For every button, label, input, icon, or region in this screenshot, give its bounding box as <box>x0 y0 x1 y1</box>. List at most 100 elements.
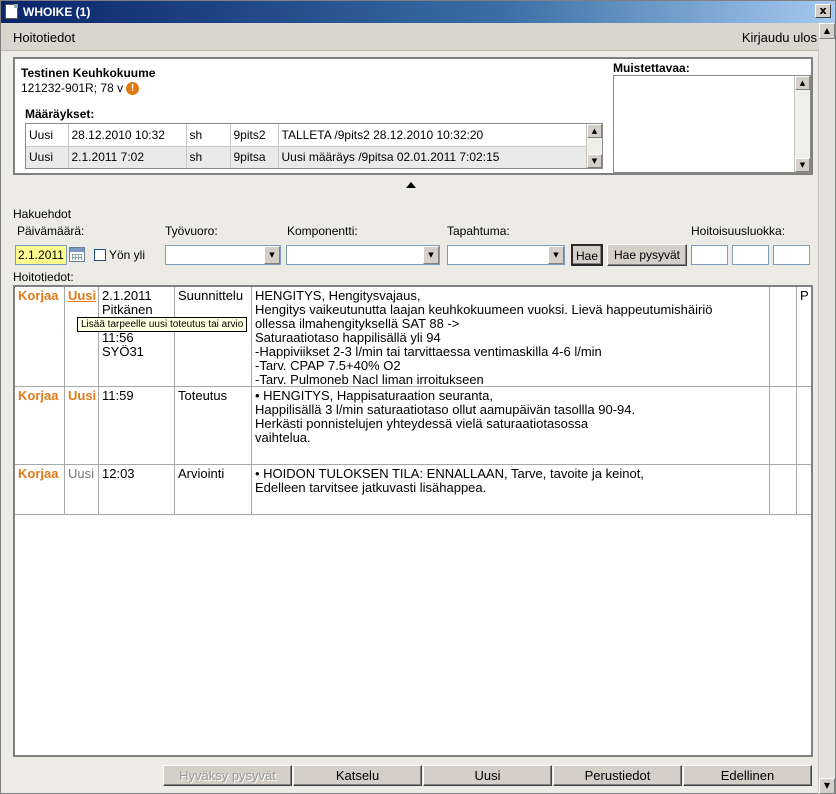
record-text: • HOIDON TULOKSEN TILA: ENNALLAAN, Tarve… <box>252 465 770 514</box>
order-status: Uusi <box>26 124 69 147</box>
collapse-arrow-icon[interactable] <box>406 182 416 188</box>
record-text: HENGITYS, Hengitysvajaus, Hengitys vaike… <box>252 287 770 387</box>
care-class-field-2[interactable] <box>732 245 769 265</box>
patient-id-age: 121232-901R; 78 v! <box>21 81 140 95</box>
table-row: Korjaa Uusi 12:03 Arviointi • HOIDON TUL… <box>15 465 811 515</box>
record-line: -Tarv. CPAP 7.5+40% O2 <box>255 358 401 373</box>
record-line: Hengitys vaikeutunutta laajan keuhkokuum… <box>255 302 713 317</box>
care-class-label: Hoitoisuusluokka: <box>691 224 786 238</box>
logout-link[interactable]: Kirjaudu ulos <box>742 30 817 45</box>
orders-label: Määräykset: <box>25 107 95 121</box>
search-permanent-button[interactable]: Hae pysyvät <box>607 244 687 266</box>
record-unit: SYÖ31 <box>102 344 144 359</box>
warning-icon[interactable]: ! <box>126 82 140 95</box>
table-row: Korjaa Uusi 11:59 Toteutus • HENGITYS, H… <box>15 387 811 465</box>
record-line: HENGITYS, Hengitysvajaus, <box>255 288 421 303</box>
record-line: Saturaatiotaso happilisällä yli 94 <box>255 330 441 345</box>
scroll-up-icon[interactable]: ▲ <box>587 124 602 138</box>
app-window: WHOIKE (1) x ▲ ▼ Hoitotiedot Kirjaudu ul… <box>0 0 836 794</box>
patient-name: Testinen Keuhkokuume <box>21 66 156 80</box>
basic-info-button[interactable]: Perustiedot <box>553 765 682 786</box>
new-link[interactable]: Uusi <box>68 288 96 303</box>
record-type: Suunnittelu <box>175 287 252 386</box>
date-field[interactable]: 2.1.2011 <box>15 245 67 265</box>
record-extra-col <box>770 387 797 464</box>
scroll-up-icon[interactable]: ▲ <box>795 76 810 90</box>
approve-permanent-button[interactable]: Hyväksy pysyvät <box>163 765 292 786</box>
record-extra-col <box>770 287 797 386</box>
table-row[interactable]: Uusi 28.12.2010 10:32 sh 9pits2 TALLETA … <box>26 124 588 147</box>
order-user: 9pits2 <box>230 124 279 147</box>
scroll-up-icon[interactable]: ▲ <box>819 23 835 39</box>
record-time: 11:59 <box>99 387 175 464</box>
scroll-down-icon[interactable]: ▼ <box>795 158 810 172</box>
record-time: 12:03 <box>99 465 175 514</box>
record-line: Edelleen tarvitsee jatkuvasti lisähappea… <box>255 480 487 495</box>
event-select[interactable]: ▼ <box>447 245 565 265</box>
record-author: Pitkänen <box>102 302 153 317</box>
component-label: Komponentti: <box>287 224 358 238</box>
chevron-down-icon[interactable]: ▼ <box>548 246 564 264</box>
event-label: Tapahtuma: <box>447 224 510 238</box>
window-title: WHOIKE (1) <box>23 5 91 19</box>
record-line: -Tarv. Pulmoneb Nacl liman irroitukseen <box>255 372 484 387</box>
chevron-down-icon[interactable]: ▼ <box>264 246 280 264</box>
document-icon <box>5 4 18 19</box>
care-class-field-3[interactable] <box>773 245 810 265</box>
table-row: Korjaa Uusi 2.1.2011 Pitkänen 11:56 SYÖ3… <box>15 287 811 387</box>
memo-scrollbar[interactable]: ▲ ▼ <box>794 76 810 172</box>
record-type: Toteutus <box>175 387 252 464</box>
chevron-down-icon[interactable]: ▼ <box>423 246 439 264</box>
order-datetime: 28.12.2010 10:32 <box>68 124 187 147</box>
record-extra-col <box>770 465 797 514</box>
orders-table: Uusi 28.12.2010 10:32 sh 9pits2 TALLETA … <box>25 123 603 169</box>
component-select[interactable]: ▼ <box>286 245 440 265</box>
title-bar: WHOIKE (1) x <box>1 1 835 23</box>
record-line: Happilisällä 3 l/min saturaatiotaso ollu… <box>255 402 636 417</box>
record-extra: P <box>800 288 809 303</box>
new-button[interactable]: Uusi <box>423 765 552 786</box>
patient-id-text: 121232-901R; 78 v <box>21 81 124 95</box>
new-link[interactable]: Uusi <box>68 466 94 481</box>
order-user: 9pitsa <box>230 146 279 168</box>
memo-label: Muistettavaa: <box>613 61 690 75</box>
edit-link[interactable]: Korjaa <box>18 466 58 481</box>
record-line: • HENGITYS, Happisaturaation seuranta, <box>255 388 493 403</box>
records-label: Hoitotiedot: <box>13 270 74 284</box>
order-datetime: 2.1.2011 7:02 <box>68 146 187 168</box>
shift-select[interactable]: ▼ <box>165 245 281 265</box>
record-when: 2.1.2011 Pitkänen 11:56 SYÖ31 <box>99 287 175 386</box>
order-text: Uusi määräys /9pitsa 02.01.2011 7:02:15 <box>278 146 588 168</box>
record-extra-col <box>797 387 811 464</box>
record-extra-col <box>797 465 811 514</box>
search-button[interactable]: Hae <box>571 244 603 266</box>
record-text: • HENGITYS, Happisaturaation seuranta, H… <box>252 387 770 464</box>
record-line: Herkästi ponnistelujen yhteydessä vielä … <box>255 416 589 431</box>
calendar-icon[interactable] <box>69 247 85 262</box>
scroll-down-icon[interactable]: ▼ <box>819 778 835 794</box>
table-row[interactable]: Uusi 2.1.2011 7:02 sh 9pitsa Uusi määräy… <box>26 146 588 168</box>
scroll-down-icon[interactable]: ▼ <box>587 154 602 168</box>
previous-button[interactable]: Edellinen <box>683 765 812 786</box>
order-text: TALLETA /9pits2 28.12.2010 10:32:20 <box>278 124 588 147</box>
overnight-label: Yön yli <box>109 248 146 262</box>
care-class-field-1[interactable] <box>691 245 728 265</box>
overnight-checkbox[interactable] <box>94 249 106 261</box>
order-role: sh <box>186 146 231 168</box>
memo-textarea[interactable]: ▲ ▼ <box>613 75 811 173</box>
edit-link[interactable]: Korjaa <box>18 288 58 303</box>
record-line: -Happiviikset 2-3 l/min tai tarvittaessa… <box>255 344 602 359</box>
section-title: Hoitotiedot <box>13 30 76 45</box>
orders-scrollbar[interactable]: ▲ ▼ <box>586 124 602 168</box>
close-button[interactable]: x <box>815 4 831 18</box>
record-date: 2.1.2011 <box>102 288 152 303</box>
view-button[interactable]: Katselu <box>293 765 422 786</box>
new-link[interactable]: Uusi <box>68 388 96 403</box>
window-scrollbar[interactable]: ▲ ▼ <box>818 23 835 794</box>
order-role: sh <box>186 124 231 147</box>
patient-panel: Testinen Keuhkokuume 121232-901R; 78 v! … <box>13 57 813 175</box>
record-line: ollessa ilmahengityksellä SAT 88 -> <box>255 316 460 331</box>
edit-link[interactable]: Korjaa <box>18 388 58 403</box>
record-line: vaihtelua. <box>255 430 311 445</box>
shift-label: Työvuoro: <box>165 224 218 238</box>
